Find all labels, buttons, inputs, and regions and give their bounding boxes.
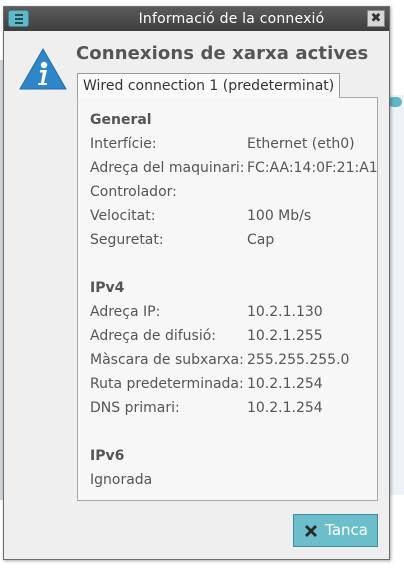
detail-label: Seguretat:: [90, 232, 164, 248]
window-close-button[interactable]: ✖: [367, 10, 385, 27]
detail-label: Màscara de subxarxa:: [90, 352, 244, 368]
detail-label: Interfície:: [90, 136, 157, 152]
detail-row-security: Seguretat: Cap: [90, 232, 373, 252]
section-general-title: General: [90, 112, 152, 128]
detail-row-broadcast-address: Adreça de difusió: 10.2.1.255: [90, 328, 373, 348]
detail-value: 10.2.1.130: [247, 304, 323, 320]
close-button[interactable]: Tanca: [293, 514, 378, 547]
tab-wired-connection-1[interactable]: Wired connection 1 (predeterminat): [77, 73, 341, 98]
detail-value: 100 Mb/s: [247, 208, 312, 224]
detail-value: FC:AA:14:0F:21:A1: [247, 160, 378, 176]
close-button-label: Tanca: [325, 521, 368, 539]
detail-row-default-route: Ruta predeterminada: 10.2.1.254: [90, 376, 373, 396]
detail-row-ip-address: Adreça IP: 10.2.1.130: [90, 304, 373, 324]
detail-row-driver: Controlador:: [90, 184, 373, 204]
detail-row-interface: Interfície: Ethernet (eth0): [90, 136, 373, 156]
detail-value: 10.2.1.254: [247, 376, 323, 392]
detail-value: Cap: [247, 232, 275, 248]
detail-value: 10.2.1.254: [247, 400, 323, 416]
detail-row-subnet-mask: Màscara de subxarxa: 255.255.255.0: [90, 352, 373, 372]
ipv6-status: Ignorada: [90, 472, 153, 488]
title-bar[interactable]: Informació de la connexió ✖: [4, 7, 389, 31]
detail-row-primary-dns: DNS primari: 10.2.1.254: [90, 400, 373, 420]
info-icon: [19, 47, 67, 90]
detail-row-speed: Velocitat: 100 Mb/s: [90, 208, 373, 228]
detail-label: Adreça del maquinari:: [90, 160, 245, 176]
x-icon: [305, 525, 317, 537]
section-ipv4-title: IPv4: [90, 280, 125, 296]
detail-label: Ruta predeterminada:: [90, 376, 244, 392]
window-title: Informació de la connexió: [138, 11, 325, 27]
detail-row-hardware-address: Adreça del maquinari: FC:AA:14:0F:21:A1: [90, 160, 378, 180]
detail-label: Adreça IP:: [90, 304, 161, 320]
connection-info-dialog: Informació de la connexió ✖ Connexions d…: [3, 6, 390, 560]
page-title: Connexions de xarxa actives: [76, 43, 369, 64]
detail-value: 255.255.255.0: [247, 352, 350, 368]
detail-label: Adreça de difusió:: [90, 328, 216, 344]
detail-label: DNS primari:: [90, 400, 180, 416]
detail-label: Controlador:: [90, 184, 177, 200]
detail-label: Velocitat:: [90, 208, 156, 224]
detail-value: Ethernet (eth0): [247, 136, 355, 152]
close-icon: ✖: [370, 11, 382, 26]
detail-value: 10.2.1.255: [247, 328, 323, 344]
background-accent-blob: [388, 97, 402, 107]
connection-details-panel: General Interfície: Ethernet (eth0) Adre…: [77, 97, 378, 501]
section-ipv6-title: IPv6: [90, 448, 125, 464]
